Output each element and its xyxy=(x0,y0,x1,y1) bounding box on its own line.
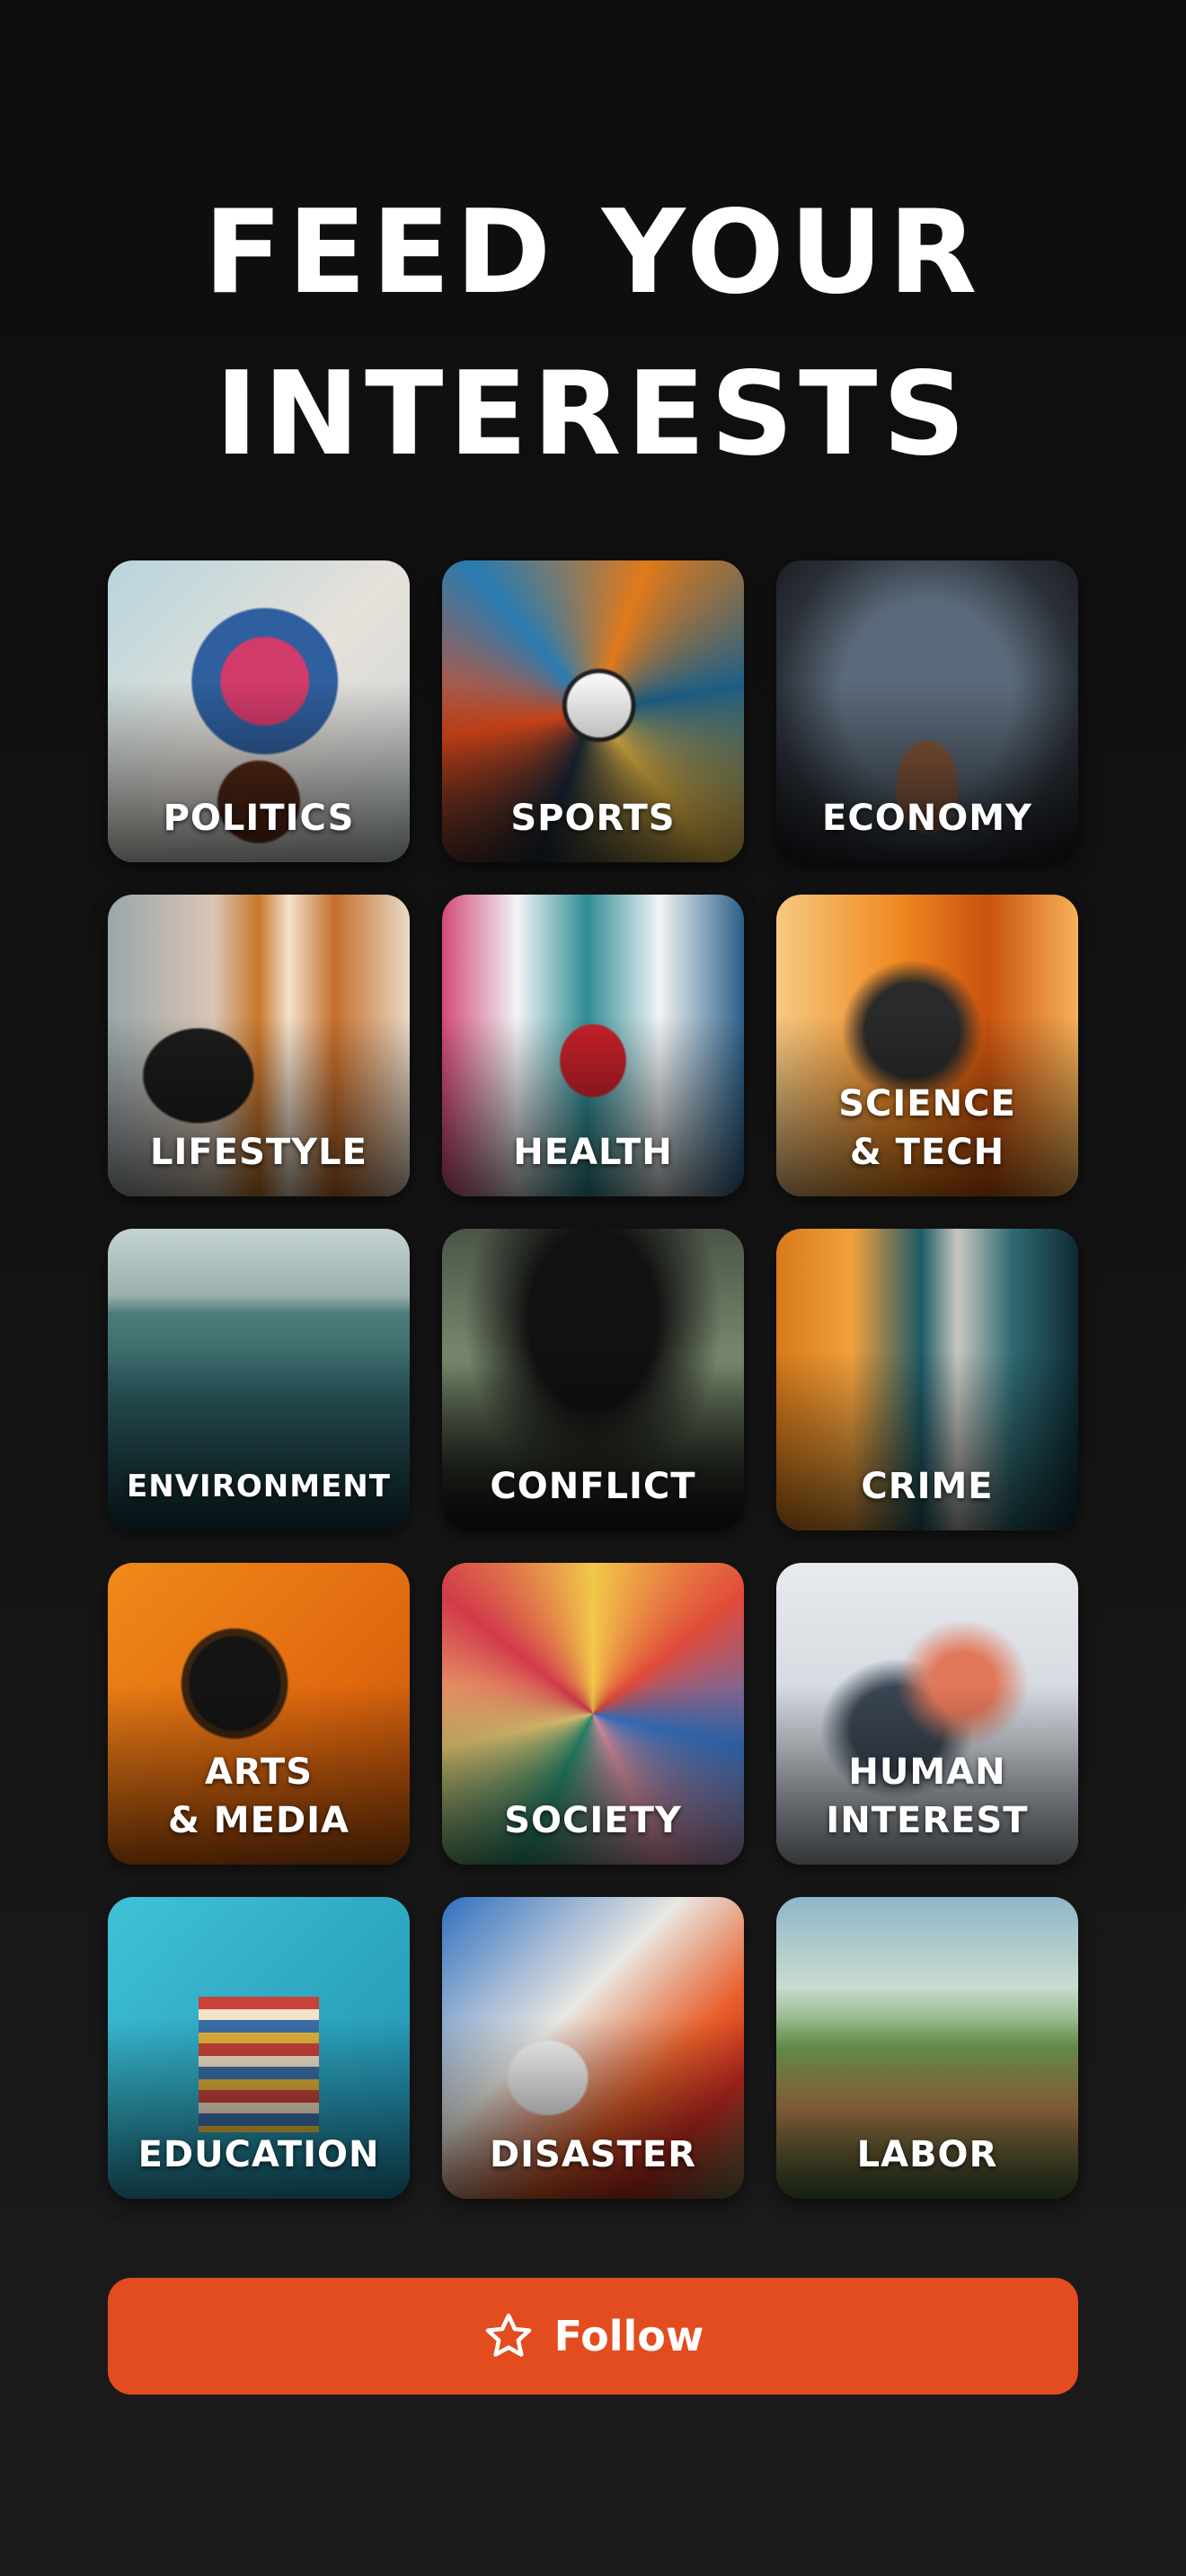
interest-label: ECONOMY xyxy=(822,798,1032,839)
interest-tile-crime[interactable]: CRIME xyxy=(776,1229,1078,1531)
interest-label: DISASTER xyxy=(489,2134,697,2175)
interest-label: LIFESTYLE xyxy=(150,1132,367,1173)
interest-label: LABOR xyxy=(856,2134,998,2175)
title-line-1: FEED YOUR xyxy=(203,186,983,320)
interest-tile-lifestyle[interactable]: LIFESTYLE xyxy=(108,895,410,1196)
star-outline-icon xyxy=(482,2310,535,2362)
interest-label: HEALTH xyxy=(513,1132,673,1173)
interest-tile-labor[interactable]: LABOR xyxy=(776,1897,1078,2199)
interest-label: SCIENCE & TECH xyxy=(838,1083,1016,1173)
interest-label: EDUCATION xyxy=(137,2134,380,2175)
interest-tile-politics[interactable]: POLITICS xyxy=(108,560,410,862)
interest-label: ARTS & MEDIA xyxy=(168,1751,350,1841)
page-title: FEED YOUR INTERESTS xyxy=(0,172,1186,496)
follow-button[interactable]: Follow xyxy=(108,2278,1078,2395)
interest-label: SPORTS xyxy=(510,798,676,839)
interest-tile-society[interactable]: SOCIETY xyxy=(442,1563,744,1865)
interest-tile-conflict[interactable]: CONFLICT xyxy=(442,1229,744,1531)
interest-tile-health[interactable]: HEALTH xyxy=(442,895,744,1196)
interest-grid: POLITICS SPORTS ECONOMY LIFESTYLE HEALTH… xyxy=(108,560,1078,2199)
interest-label: POLITICS xyxy=(163,798,355,839)
interest-tile-disaster[interactable]: DISASTER xyxy=(442,1897,744,2199)
interest-label: SOCIETY xyxy=(504,1800,682,1841)
interest-label: ENVIRONMENT xyxy=(127,1469,391,1504)
interest-tile-science-tech[interactable]: SCIENCE & TECH xyxy=(776,895,1078,1196)
interest-tile-arts-media[interactable]: ARTS & MEDIA xyxy=(108,1563,410,1865)
interest-tile-education[interactable]: EDUCATION xyxy=(108,1897,410,2199)
interest-label: CRIME xyxy=(861,1466,994,1507)
interest-tile-environment[interactable]: ENVIRONMENT xyxy=(108,1229,410,1531)
interest-tile-human-interest[interactable]: HUMAN INTEREST xyxy=(776,1563,1078,1865)
title-line-2: INTERESTS xyxy=(215,348,971,481)
follow-label: Follow xyxy=(553,2312,704,2360)
interest-tile-economy[interactable]: ECONOMY xyxy=(776,560,1078,862)
interest-label: CONFLICT xyxy=(490,1466,696,1507)
interest-label: HUMAN INTEREST xyxy=(826,1751,1029,1841)
interest-tile-sports[interactable]: SPORTS xyxy=(442,560,744,862)
